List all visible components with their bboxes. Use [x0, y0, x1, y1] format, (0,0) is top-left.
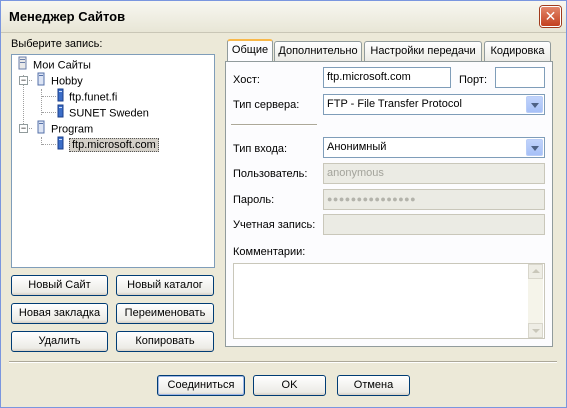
user-label: Пользователь:: [233, 168, 308, 180]
server-folder-icon: [34, 120, 48, 139]
tree-label: ftp.funet.fi: [69, 91, 118, 104]
scroll-up-icon[interactable]: [528, 264, 543, 279]
server-type-select[interactable]: FTP - File Transfer Protocol: [323, 94, 545, 115]
server-icon: [56, 136, 66, 155]
new-bookmark-button[interactable]: Новая закладка: [11, 303, 108, 324]
delete-button[interactable]: Удалить: [11, 331, 108, 352]
scroll-down-icon[interactable]: [528, 323, 543, 338]
collapse-icon[interactable]: −: [19, 76, 28, 85]
tab-transfer-settings[interactable]: Настройки передачи: [364, 41, 482, 61]
comments-label: Комментарии:: [233, 246, 306, 258]
title-bar: Менеджер Сайтов ✕: [1, 1, 566, 33]
host-label: Хост:: [233, 74, 260, 86]
server-folder-icon: [34, 72, 48, 91]
tree-item-site-selected[interactable]: ftp.microsoft.com: [56, 136, 159, 155]
chevron-down-icon[interactable]: [526, 139, 543, 156]
chevron-down-icon[interactable]: [526, 96, 543, 113]
server-type-value: FTP - File Transfer Protocol: [327, 98, 462, 110]
close-icon[interactable]: ✕: [540, 6, 561, 27]
footer-separator: [9, 361, 557, 363]
password-label: Пароль:: [233, 194, 275, 206]
site-tree[interactable]: Мои Сайты − Hobby ftp.funet.fi SUNET Swe…: [11, 54, 215, 268]
copy-button[interactable]: Копировать: [116, 331, 214, 352]
comments-textarea[interactable]: [233, 263, 545, 339]
new-folder-button[interactable]: Новый каталог: [116, 275, 214, 296]
cancel-button[interactable]: Отмена: [337, 375, 410, 396]
logon-type-select[interactable]: Анонимный: [323, 137, 545, 158]
site-manager-window: Менеджер Сайтов ✕ Выберите запись: Мои С…: [0, 0, 567, 408]
tab-general[interactable]: Общие: [227, 39, 273, 61]
tree-label: ftp.microsoft.com: [69, 138, 159, 153]
logon-type-value: Анонимный: [327, 141, 387, 153]
tree-item-site[interactable]: ftp.funet.fi: [56, 88, 117, 104]
general-tab-panel: Хост: ftp.microsoft.com Порт: Тип сервер…: [225, 61, 553, 347]
password-input[interactable]: ●●●●●●●●●●●●●●●: [323, 189, 545, 210]
tree-label: SUNET Sweden: [69, 107, 149, 120]
tree-item-site[interactable]: SUNET Sweden: [56, 104, 149, 120]
tab-charset[interactable]: Кодировка: [484, 41, 551, 61]
tree-label: Мои Сайты: [33, 59, 91, 72]
tree-item-hobby[interactable]: Hobby: [34, 72, 83, 88]
collapse-icon[interactable]: −: [19, 124, 28, 133]
account-label: Учетная запись:: [233, 219, 316, 231]
new-site-button[interactable]: Новый Сайт: [11, 275, 108, 296]
server-type-label: Тип сервера:: [233, 99, 300, 111]
select-entry-label: Выберите запись:: [11, 38, 103, 50]
account-input[interactable]: [323, 214, 545, 235]
port-label: Порт:: [459, 74, 487, 86]
host-input[interactable]: ftp.microsoft.com: [323, 67, 451, 88]
logon-type-label: Тип входа:: [233, 143, 288, 155]
tree-item-program[interactable]: Program: [34, 120, 93, 136]
separator: [231, 124, 317, 126]
connect-button[interactable]: Соединиться: [157, 375, 245, 396]
port-input[interactable]: [495, 67, 545, 88]
user-input[interactable]: anonymous: [323, 163, 545, 184]
tree-item-my-sites[interactable]: Мои Сайты: [16, 56, 91, 72]
window-title: Менеджер Сайтов: [9, 9, 126, 24]
tree-label: Program: [51, 123, 94, 136]
ok-button[interactable]: OK: [253, 375, 326, 396]
rename-button[interactable]: Переименовать: [116, 303, 214, 324]
tree-label: Hobby: [51, 75, 83, 88]
tab-advanced[interactable]: Дополнительно: [274, 41, 362, 61]
computer-icon: [16, 56, 30, 75]
